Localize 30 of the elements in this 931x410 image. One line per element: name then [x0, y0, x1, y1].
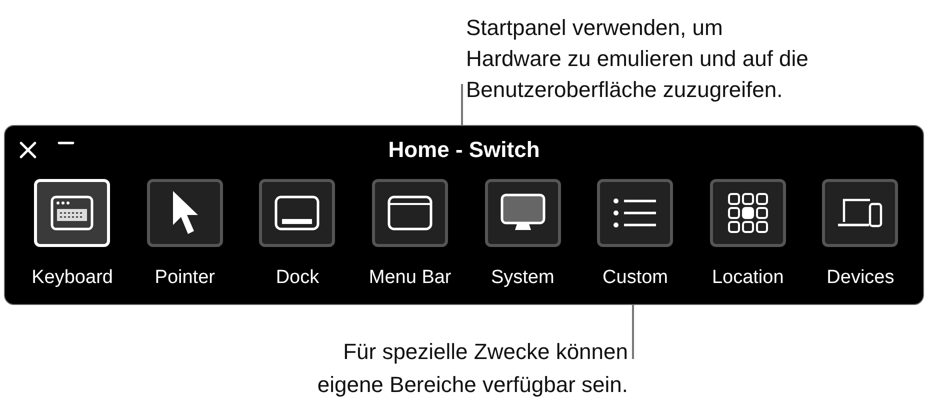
- close-icon: [19, 141, 37, 159]
- button-label: Dock: [276, 267, 320, 289]
- button-label: Pointer: [154, 267, 215, 289]
- monitor-icon: [500, 193, 546, 233]
- panel-button[interactable]: [372, 179, 448, 247]
- devices-icon: [837, 196, 884, 230]
- panel-button[interactable]: [484, 179, 561, 247]
- panel-button[interactable]: [710, 179, 786, 247]
- window-icon: [387, 195, 434, 231]
- panel-button[interactable]: [822, 179, 898, 247]
- dock-icon: [274, 195, 320, 231]
- grid-icon: [726, 192, 769, 234]
- button-label: Custom: [602, 267, 668, 289]
- button-label: Location: [712, 267, 784, 289]
- list-icon: [612, 197, 658, 229]
- close-button[interactable]: [17, 139, 39, 161]
- button-label: Menu Bar: [368, 267, 452, 289]
- panel-button[interactable]: [146, 179, 223, 247]
- button-label: Devices: [826, 267, 894, 289]
- leader-line: [632, 305, 634, 359]
- window-title: Home - Switch: [388, 137, 540, 163]
- keyboard-icon: [50, 195, 94, 231]
- minus-icon: [57, 141, 75, 145]
- panel-button[interactable]: [259, 179, 336, 247]
- callout-text: Für spezielle Zwecke können eigene Bereiche verfügbar sein.: [316, 338, 628, 399]
- button-label: Keyboard: [32, 267, 113, 289]
- panel-button[interactable]: [597, 179, 674, 247]
- callout-text: Startpanel verwenden, um Hardware zu emulieren und auf die Benutzeroberfläche zuzugreifen.: [466, 14, 810, 104]
- leader-line: [461, 84, 463, 125]
- button-label: System: [490, 267, 554, 289]
